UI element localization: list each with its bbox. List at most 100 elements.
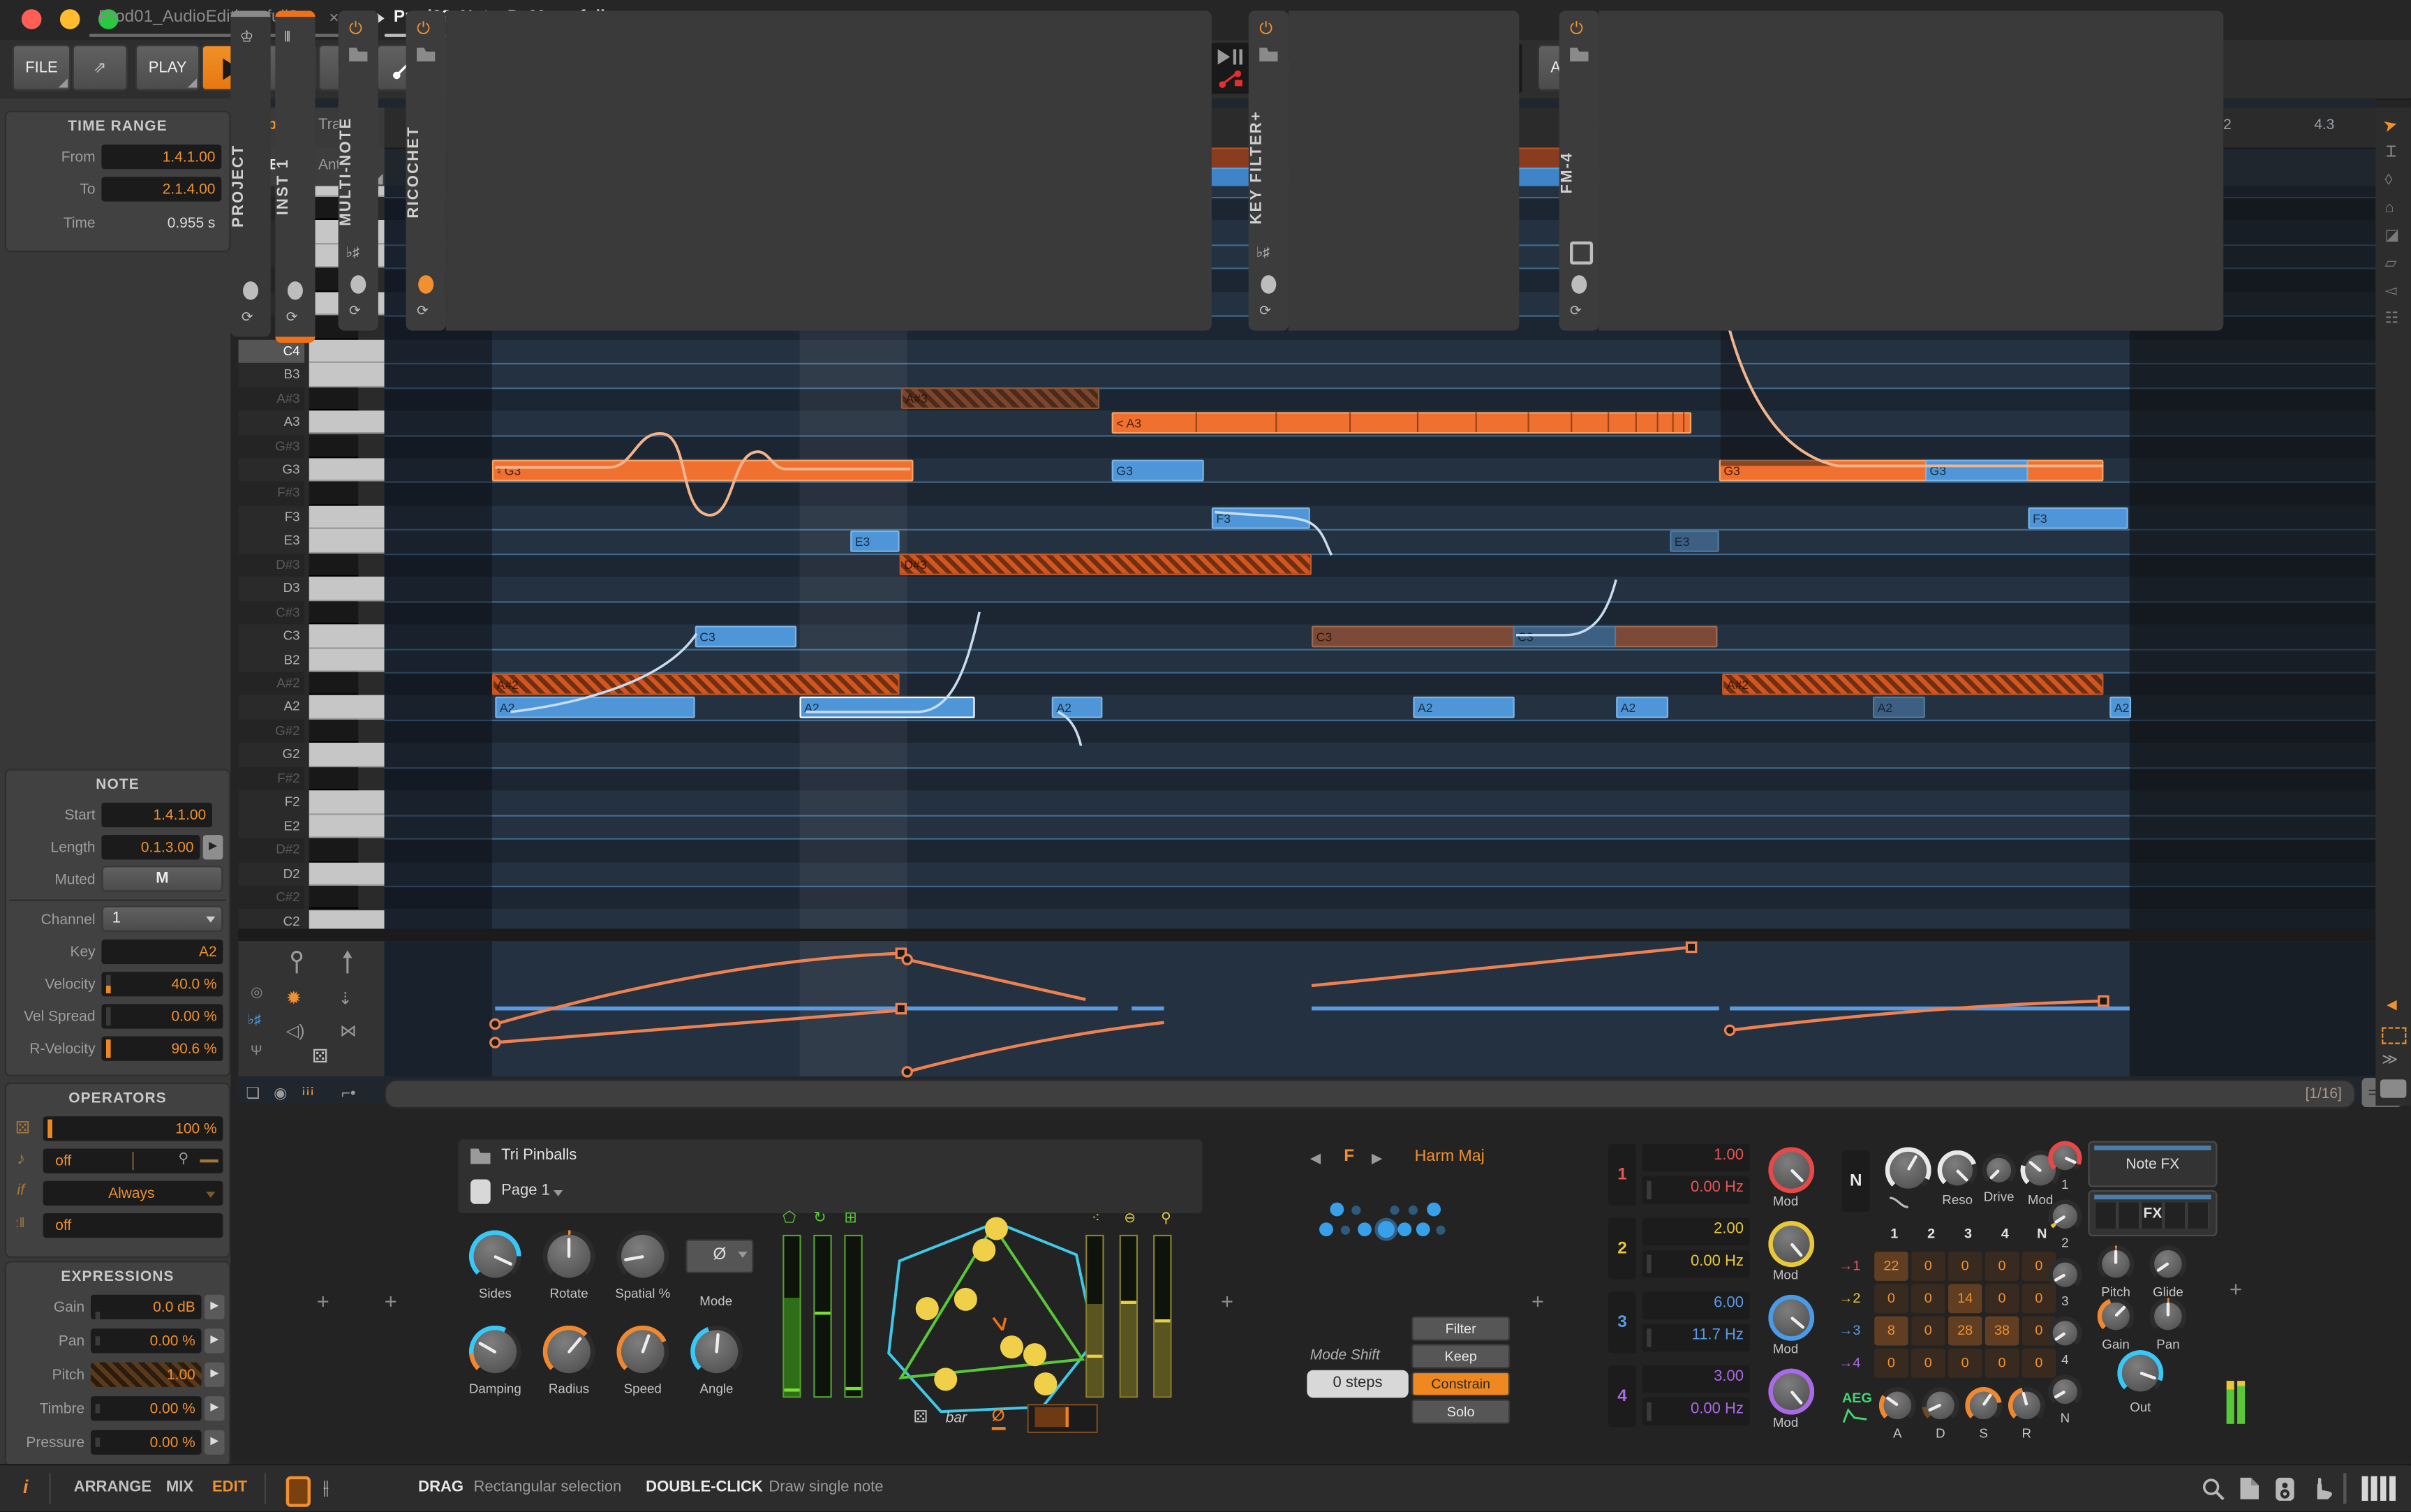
knife-tool-icon[interactable]: ◪ bbox=[2385, 228, 2400, 244]
expression-lane[interactable] bbox=[385, 941, 2376, 1076]
key-cap[interactable] bbox=[309, 529, 385, 553]
operator-number[interactable]: 4 bbox=[1608, 1365, 1636, 1427]
piano-key[interactable]: G#3 bbox=[238, 434, 384, 458]
midi-note[interactable]: E3 bbox=[1670, 531, 1719, 552]
operator-mod-knob[interactable] bbox=[1768, 1368, 1814, 1414]
remote-dot-icon[interactable] bbox=[243, 281, 258, 299]
mode-shift-steps-field[interactable]: 0 steps bbox=[1307, 1370, 1408, 1398]
matrix-cell[interactable]: 22 bbox=[1874, 1252, 1908, 1281]
close-window-button[interactable] bbox=[22, 9, 42, 29]
matrix-cell[interactable]: 0 bbox=[1911, 1252, 1945, 1281]
edit-pencil-button[interactable]: ⇗ bbox=[73, 45, 128, 91]
piano-key[interactable]: C3 bbox=[238, 625, 384, 648]
out-knob[interactable]: Gain bbox=[2098, 1298, 2135, 1335]
mixer-knob[interactable]: 3 bbox=[2048, 1258, 2082, 1291]
ricochet-meter-b[interactable] bbox=[1120, 1235, 1138, 1398]
folder-icon[interactable] bbox=[1570, 47, 1588, 61]
key-cap[interactable] bbox=[309, 625, 385, 648]
add-device-plus[interactable]: + bbox=[1221, 1289, 1233, 1313]
operator-number[interactable]: 3 bbox=[1608, 1291, 1636, 1353]
operator-mod-knob[interactable] bbox=[1768, 1295, 1814, 1341]
midi-note[interactable]: A2 bbox=[1413, 697, 1514, 718]
key-cap[interactable] bbox=[309, 886, 358, 910]
out-knob[interactable]: Glide bbox=[2150, 1245, 2187, 1282]
ibeam-tool-icon[interactable]: Ꮖ bbox=[2387, 144, 2396, 161]
key-cap[interactable] bbox=[309, 387, 358, 410]
key-cap[interactable] bbox=[309, 815, 385, 838]
piano-key[interactable]: F2 bbox=[238, 791, 384, 815]
fall-icon[interactable]: ⇣ bbox=[339, 988, 353, 1009]
operator-ratio-field[interactable]: 2.00 bbox=[1642, 1218, 1750, 1246]
remote-dot-icon[interactable] bbox=[1261, 275, 1276, 293]
root-prev-icon[interactable]: ◀ bbox=[1310, 1150, 1321, 1167]
matrix-cell[interactable]: 28 bbox=[1948, 1317, 1982, 1346]
midi-note[interactable]: A#2 bbox=[492, 673, 900, 695]
to-field[interactable]: 2.1.4.00 bbox=[101, 177, 221, 201]
page-dropdown-icon[interactable] bbox=[554, 1190, 563, 1196]
midi-note[interactable]: F3 bbox=[1212, 507, 1310, 528]
fx-slot[interactable]: FX bbox=[2088, 1190, 2217, 1236]
midi-note[interactable]: G3 bbox=[1719, 459, 2104, 481]
remote-dot-icon[interactable] bbox=[350, 275, 366, 293]
eraser-tool-icon[interactable]: ◊ bbox=[2385, 172, 2393, 189]
scale-key-dot[interactable] bbox=[1378, 1221, 1395, 1238]
lane-config-icon[interactable] bbox=[2380, 1079, 2406, 1097]
brightness-icon[interactable]: ✹ bbox=[286, 987, 302, 1009]
key-cap[interactable] bbox=[309, 672, 358, 696]
length-field[interactable]: 0.1.3.00 bbox=[101, 835, 200, 859]
piano-key[interactable]: C4 bbox=[238, 339, 384, 363]
key-cap[interactable] bbox=[309, 363, 385, 387]
ricochet-range-slider[interactable] bbox=[1027, 1404, 1097, 1433]
midi-note[interactable]: D#3 bbox=[900, 554, 1312, 576]
project-device-strip[interactable]: ♔ PROJECT ⟳ bbox=[230, 10, 270, 336]
key-cap[interactable] bbox=[309, 862, 385, 886]
key-cap[interactable] bbox=[309, 696, 385, 720]
scale-key-dot[interactable] bbox=[1341, 1226, 1350, 1235]
key-cap[interactable] bbox=[309, 410, 385, 434]
key-cap[interactable] bbox=[309, 838, 358, 862]
midi-note[interactable]: C3 bbox=[1513, 625, 1617, 647]
file-browser-icon[interactable] bbox=[2239, 1476, 2260, 1501]
matrix-cell[interactable]: 0 bbox=[1948, 1349, 1982, 1378]
operator-freq-field[interactable]: 0.00 Hz bbox=[1642, 1176, 1750, 1204]
steps-tool-icon[interactable]: ☷ bbox=[2385, 311, 2399, 327]
keyfilter-mode-button[interactable]: Constrain bbox=[1411, 1372, 1510, 1396]
power-icon[interactable]: ⏻ bbox=[1259, 20, 1273, 40]
matrix-cell[interactable]: 0 bbox=[1911, 1317, 1945, 1346]
midi-note[interactable]: E3 bbox=[850, 531, 899, 552]
matrix-cell[interactable]: 0 bbox=[1874, 1349, 1908, 1378]
velocity-field[interactable]: 40.0 % bbox=[101, 972, 223, 996]
power-icon[interactable]: ⏻ bbox=[1570, 20, 1583, 40]
expression-field[interactable]: 1.00 bbox=[91, 1363, 202, 1387]
piano-key[interactable]: D3 bbox=[238, 577, 384, 600]
operator-ratio-field[interactable]: 6.00 bbox=[1642, 1291, 1750, 1319]
ricochet-bar-label[interactable]: bar bbox=[946, 1410, 967, 1427]
chance-field[interactable]: 100 % bbox=[43, 1116, 223, 1141]
dice-icon[interactable]: ⚄ bbox=[312, 1046, 328, 1067]
piano-key[interactable]: A2 bbox=[238, 696, 384, 720]
mixer-knob[interactable]: 4 bbox=[2048, 1317, 2082, 1350]
condition-dropdown[interactable]: Always bbox=[43, 1181, 223, 1206]
remote-dot-icon[interactable] bbox=[1571, 275, 1587, 293]
mixer-knob[interactable]: 1 bbox=[2048, 1141, 2082, 1174]
chevrons-icon[interactable]: ≫ bbox=[2382, 1052, 2398, 1069]
key-cap[interactable] bbox=[309, 910, 385, 929]
knob[interactable]: Spatial % bbox=[616, 1230, 669, 1282]
mixer-knob[interactable]: 2 bbox=[2048, 1199, 2082, 1233]
operator-number[interactable]: 2 bbox=[1608, 1218, 1636, 1280]
selection-box-icon[interactable] bbox=[2382, 1027, 2406, 1044]
folder-icon[interactable] bbox=[417, 47, 435, 61]
midi-note[interactable]: G3 bbox=[1925, 459, 2028, 481]
add-device-plus[interactable]: + bbox=[1531, 1289, 1544, 1313]
knob[interactable]: Sides bbox=[469, 1230, 521, 1282]
folder-icon[interactable] bbox=[1259, 47, 1277, 61]
out-knob[interactable]: Pitch bbox=[2098, 1245, 2135, 1282]
key-cap[interactable] bbox=[309, 482, 358, 505]
piano-key[interactable]: D#3 bbox=[238, 553, 384, 577]
key-cap[interactable] bbox=[309, 767, 358, 791]
inst1-track-strip[interactable]: ⫴ INST 1 ⟳ bbox=[275, 10, 315, 343]
play-menu-button[interactable]: PLAY bbox=[135, 45, 200, 91]
speaker-icon[interactable]: ◁) bbox=[286, 1021, 305, 1042]
piano-key[interactable]: B2 bbox=[238, 648, 384, 672]
midi-note[interactable]: C3 bbox=[695, 625, 796, 647]
